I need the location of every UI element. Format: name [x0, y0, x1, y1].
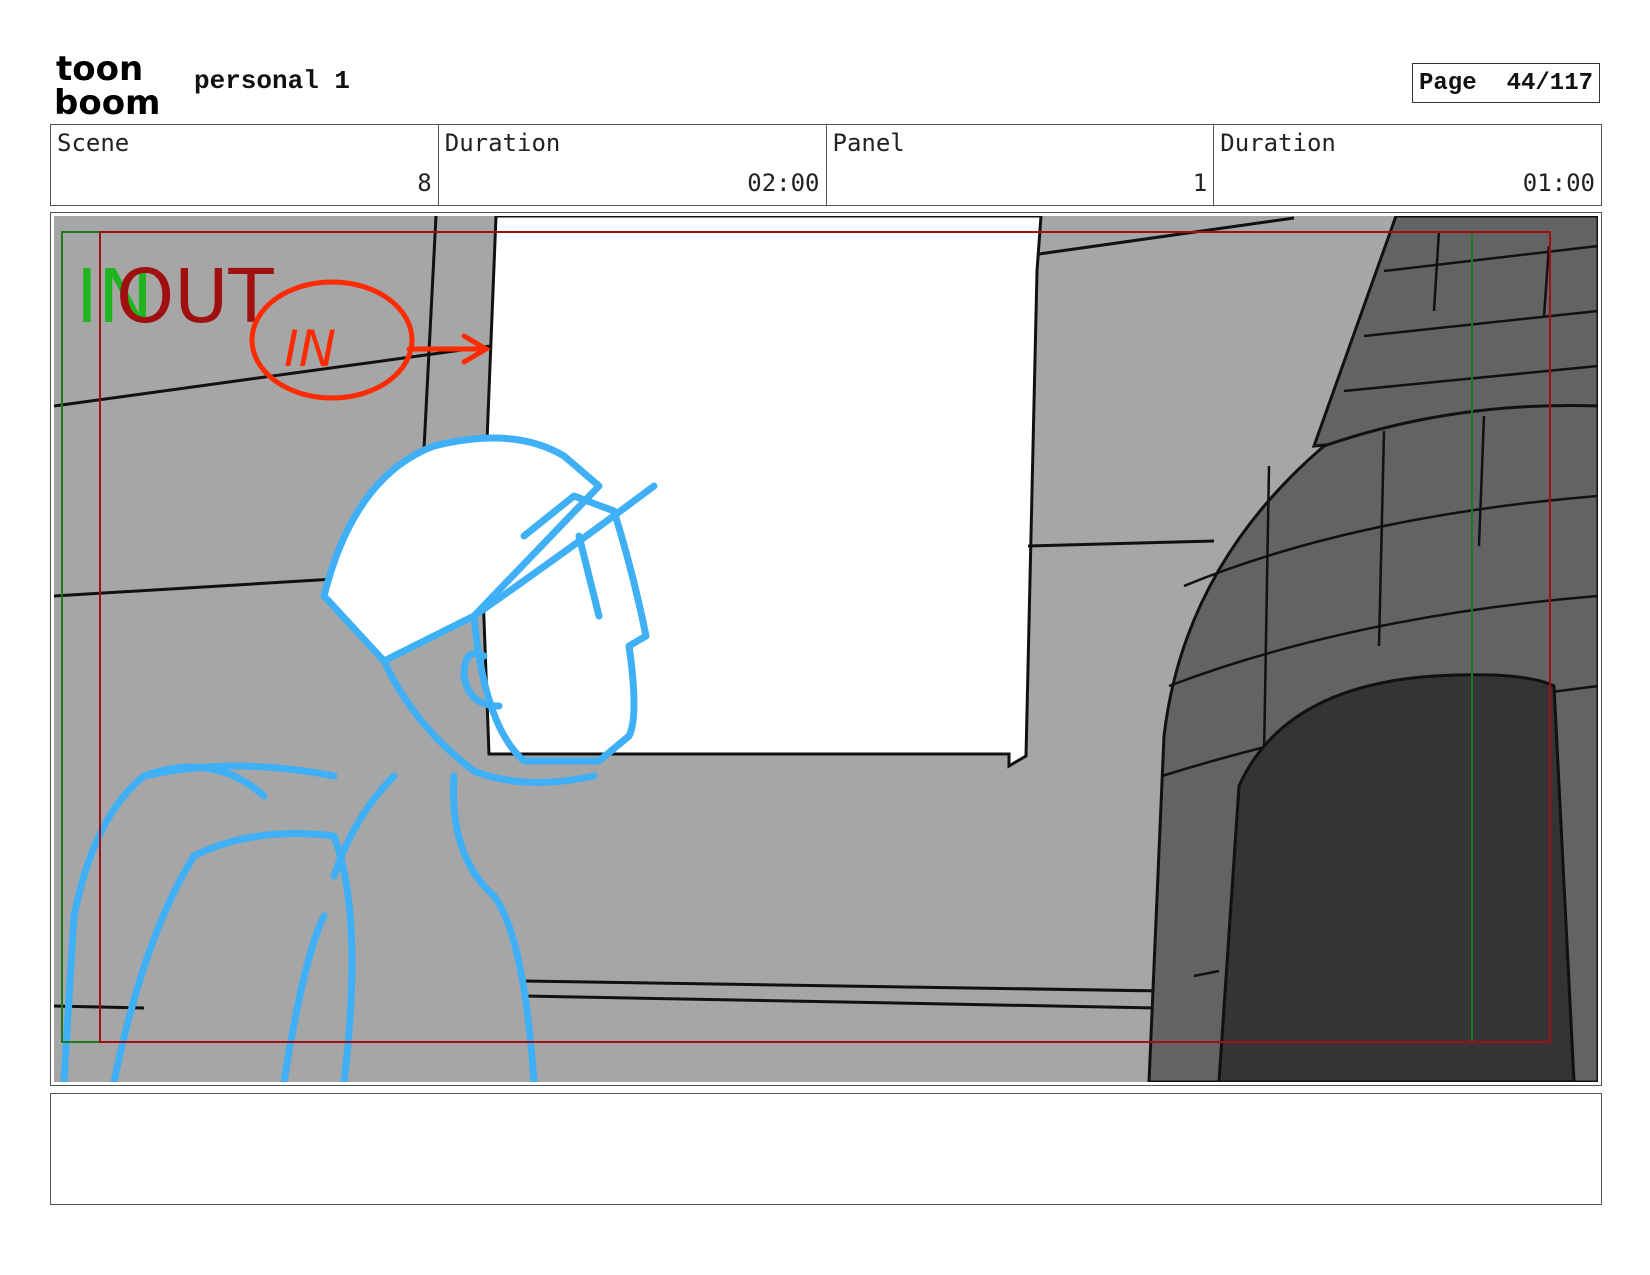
- project-title: personal 1: [194, 66, 351, 96]
- annotation-text: IN: [284, 320, 336, 378]
- scene-duration-label: Duration: [444, 129, 561, 157]
- logo-line-bottom: boom: [54, 83, 160, 118]
- page-label: Page: [1419, 69, 1477, 97]
- out-marker: OUT: [116, 254, 274, 340]
- panel-cell: Panel 1: [827, 125, 1215, 205]
- scene-label: Scene: [57, 129, 130, 157]
- scene-duration-cell: Duration 02:00: [439, 125, 827, 205]
- storyboard-panel: IN OUT IN: [50, 212, 1602, 1086]
- page-indicator: Page 44/117: [1412, 63, 1600, 103]
- panel-duration-value: 01:00: [1522, 169, 1595, 197]
- scene-duration-value: 02:00: [747, 169, 820, 197]
- panel-duration-label: Duration: [1220, 129, 1336, 157]
- toon-boom-logo: toon boom: [54, 49, 172, 123]
- panel-label: Panel: [832, 129, 905, 157]
- panel-drawing: IN OUT IN: [54, 216, 1598, 1082]
- scene-cell: Scene 8: [51, 125, 439, 205]
- scene-value: 8: [417, 169, 432, 197]
- panel-notes-box[interactable]: [50, 1093, 1602, 1205]
- panel-value: 1: [1192, 169, 1208, 197]
- info-table: Scene 8 Duration 02:00 Panel 1 Duration …: [50, 124, 1602, 206]
- tower-doorway: [1217, 673, 1576, 1082]
- page-number: 44/117: [1506, 69, 1593, 97]
- panel-duration-cell: Duration 01:00: [1214, 125, 1601, 205]
